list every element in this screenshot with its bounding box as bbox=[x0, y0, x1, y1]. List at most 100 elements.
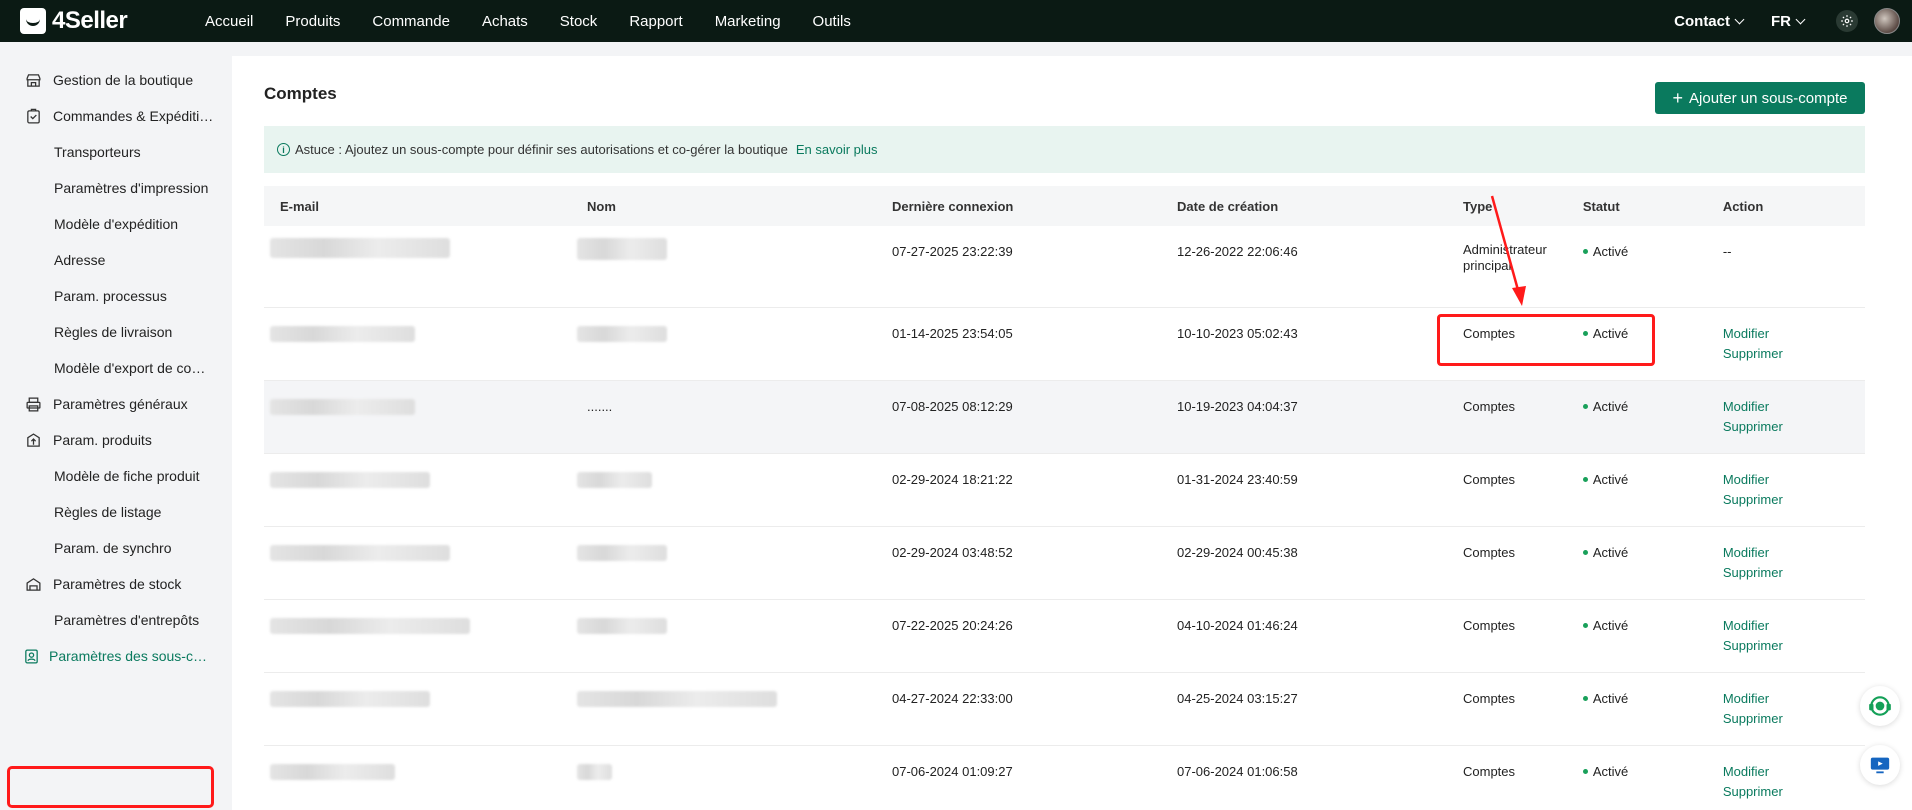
sidebar-item-label: Adresse bbox=[54, 252, 106, 268]
plus-icon: + bbox=[1672, 88, 1684, 108]
status-dot bbox=[1582, 768, 1588, 774]
top-navigation-bar: 4Seller Accueil Produits Commande Achats… bbox=[0, 0, 1912, 42]
delete-link[interactable]: Supprimer bbox=[1723, 342, 1865, 366]
action-cell: Modifier Supprimer bbox=[1706, 307, 1865, 381]
main-panel: Comptes + Ajouter un sous-compte i Astuc… bbox=[232, 56, 1912, 810]
redacted-name bbox=[577, 325, 667, 342]
last-login-cell: 04-27-2024 22:33:00 bbox=[876, 672, 1161, 746]
sidebar-item-label: Param. produits bbox=[53, 432, 152, 448]
redacted-name bbox=[577, 544, 667, 561]
logo-text: 4Seller bbox=[52, 7, 128, 34]
status-dot bbox=[1582, 476, 1588, 482]
email-cell bbox=[264, 307, 571, 381]
name-cell: ....... bbox=[571, 380, 876, 454]
status-dot bbox=[1582, 549, 1588, 555]
status-dot bbox=[1582, 249, 1588, 254]
redacted-email bbox=[270, 763, 395, 780]
delete-link[interactable]: Supprimer bbox=[1723, 634, 1865, 658]
user-avatar[interactable] bbox=[1874, 8, 1900, 34]
table-header-row: E-mail Nom Dernière connexion Date de cr… bbox=[264, 186, 1865, 226]
sidebar-item-sub-account-settings[interactable]: Paramètres des sous-c… bbox=[0, 634, 220, 678]
delete-link[interactable]: Supprimer bbox=[1723, 561, 1865, 585]
action-cell: Modifier Supprimer bbox=[1706, 672, 1865, 746]
redacted-name bbox=[577, 763, 612, 780]
language-selector[interactable]: FR bbox=[1771, 13, 1806, 30]
sidebar-item-label: Commandes & Expéditi… bbox=[53, 108, 214, 124]
email-cell bbox=[264, 380, 571, 454]
annotation-highlight-sidebar bbox=[7, 766, 214, 808]
nav-achats[interactable]: Achats bbox=[482, 13, 528, 30]
sidebar-item-label: Param. processus bbox=[54, 288, 167, 304]
nav-outils[interactable]: Outils bbox=[813, 13, 851, 30]
sidebar-item-label: Modèle d'export de co… bbox=[54, 360, 206, 376]
product-upload-icon bbox=[24, 431, 42, 449]
column-header-status: Statut bbox=[1566, 186, 1707, 226]
action-cell: Modifier Supprimer bbox=[1706, 453, 1865, 527]
chevron-down-icon bbox=[1734, 14, 1745, 24]
type-cell: Comptes bbox=[1447, 745, 1567, 810]
email-cell bbox=[264, 453, 571, 527]
tip-text: Astuce : Ajoutez un sous-compte pour déf… bbox=[295, 142, 788, 157]
name-cell bbox=[571, 307, 876, 381]
annotation-highlight-type-status bbox=[1437, 314, 1655, 366]
status-label: Activé bbox=[1592, 617, 1629, 633]
logo[interactable]: 4Seller bbox=[20, 7, 205, 35]
name-cell bbox=[571, 526, 876, 600]
nav-rapport[interactable]: Rapport bbox=[629, 13, 682, 30]
created-cell: 04-10-2024 01:46:24 bbox=[1161, 599, 1447, 673]
printer-icon bbox=[24, 395, 42, 413]
last-login-cell: 07-08-2025 08:12:29 bbox=[876, 380, 1161, 454]
email-cell bbox=[264, 226, 571, 308]
redacted-name bbox=[577, 471, 652, 488]
redacted-email bbox=[270, 690, 430, 707]
status-cell: Activé bbox=[1566, 226, 1707, 308]
add-sub-account-label: Ajouter un sous-compte bbox=[1689, 89, 1848, 107]
status-label: Activé bbox=[1592, 763, 1629, 779]
sidebar-item-label: Paramètres de stock bbox=[53, 576, 182, 592]
last-login-cell: 07-06-2024 01:09:27 bbox=[876, 745, 1161, 810]
column-header-name: Nom bbox=[571, 186, 876, 226]
header-right: Contact FR bbox=[1674, 0, 1912, 42]
email-cell bbox=[264, 672, 571, 746]
status-cell: Activé bbox=[1566, 380, 1707, 454]
type-cell: Comptes bbox=[1447, 526, 1567, 600]
nav-produits[interactable]: Produits bbox=[285, 13, 340, 30]
delete-link[interactable]: Supprimer bbox=[1723, 415, 1865, 439]
tip-banner: i Astuce : Ajoutez un sous-compte pour d… bbox=[264, 126, 1865, 173]
main-nav: Accueil Produits Commande Achats Stock R… bbox=[205, 13, 883, 30]
delete-link[interactable]: Supprimer bbox=[1723, 780, 1865, 804]
settings-gear-icon[interactable] bbox=[1836, 10, 1858, 32]
action-cell: Modifier Supprimer bbox=[1706, 380, 1865, 454]
settings-sidebar: Gestion de la boutique Commandes & Expéd… bbox=[0, 42, 220, 810]
created-cell: 10-10-2023 05:02:43 bbox=[1161, 307, 1447, 381]
nav-marketing[interactable]: Marketing bbox=[715, 13, 781, 30]
created-cell: 12-26-2022 22:06:46 bbox=[1161, 226, 1447, 308]
type-cell: Comptes bbox=[1447, 453, 1567, 527]
redacted-email bbox=[270, 617, 470, 634]
name-cell bbox=[571, 226, 876, 308]
chevron-down-icon bbox=[1795, 14, 1806, 24]
name-cell bbox=[571, 745, 876, 810]
chat-support-button[interactable] bbox=[1860, 686, 1900, 726]
sidebar-item-label: Gestion de la boutique bbox=[53, 72, 194, 88]
nav-stock[interactable]: Stock bbox=[560, 13, 598, 30]
learn-more-link[interactable]: En savoir plus bbox=[796, 142, 878, 157]
add-sub-account-button[interactable]: + Ajouter un sous-compte bbox=[1655, 82, 1865, 114]
nav-accueil[interactable]: Accueil bbox=[205, 13, 253, 30]
delete-link[interactable]: Supprimer bbox=[1723, 707, 1865, 731]
sidebar-item-label: Paramètres généraux bbox=[53, 396, 188, 412]
video-tutorial-button[interactable] bbox=[1860, 745, 1900, 785]
nav-commande[interactable]: Commande bbox=[372, 13, 450, 30]
sidebar-item-label: Règles de listage bbox=[54, 504, 162, 520]
contact-menu[interactable]: Contact bbox=[1674, 13, 1745, 30]
redacted-email bbox=[270, 471, 430, 488]
column-header-type: Type bbox=[1447, 186, 1567, 226]
type-cell: Comptes bbox=[1447, 599, 1567, 673]
email-cell bbox=[264, 526, 571, 600]
email-cell bbox=[264, 745, 571, 810]
delete-link[interactable]: Supprimer bbox=[1723, 488, 1865, 512]
created-cell: 01-31-2024 23:40:59 bbox=[1161, 453, 1447, 527]
action-cell: Modifier Supprimer bbox=[1706, 526, 1865, 600]
status-cell: Activé bbox=[1566, 672, 1707, 746]
redacted-email bbox=[270, 398, 415, 415]
